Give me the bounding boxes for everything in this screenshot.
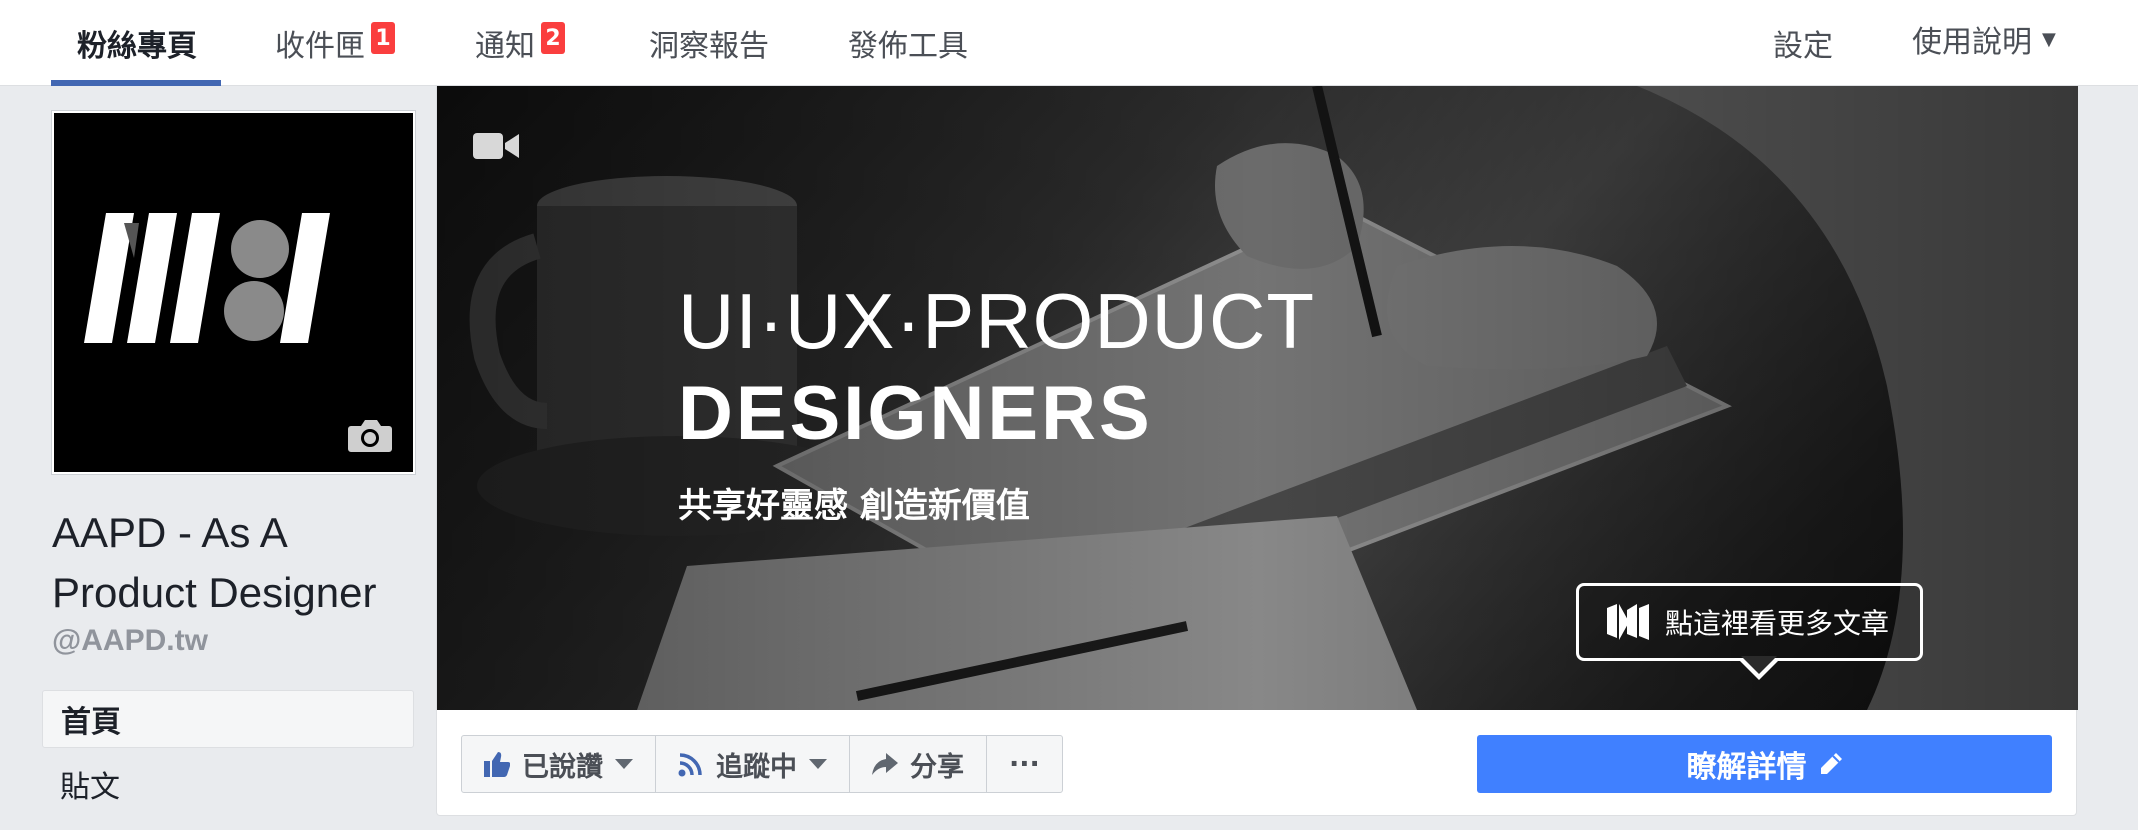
notifications-count-badge: 2 — [541, 22, 565, 54]
tab-page-label: 粉絲專頁 — [77, 29, 197, 64]
tab-help[interactable]: 使用說明 ▼ — [1912, 0, 2056, 82]
tab-help-label: 使用說明 — [1912, 25, 2032, 60]
tab-settings-label: 設定 — [1773, 29, 1833, 64]
profile-picture[interactable] — [51, 110, 416, 475]
tab-inbox-label: 收件匣 — [275, 29, 365, 64]
tab-settings[interactable]: 設定 — [1773, 0, 1833, 86]
cover-section: UI·UX·PRODUCT DESIGNERS 共享好靈感 創造新價值 點這裡看… — [436, 86, 2078, 816]
share-arrow-icon — [872, 753, 898, 775]
cover-photo[interactable]: UI·UX·PRODUCT DESIGNERS 共享好靈感 創造新價值 點這裡看… — [437, 86, 2078, 710]
medium-articles-callout[interactable]: 點這裡看更多文章 — [1576, 583, 1923, 680]
sidebar-item-posts[interactable]: 貼文 — [42, 755, 414, 813]
chevron-down-icon: ▼ — [2042, 28, 2056, 50]
cover-headline: UI·UX·PRODUCT — [678, 277, 1315, 365]
cover-headline-bold: DESIGNERS — [678, 371, 1153, 456]
learn-more-button[interactable]: 瞭解詳情 — [1477, 735, 2052, 793]
page-tab-bar: 粉絲專頁 收件匣 1 通知 2 洞察報告 發佈工具 設定 使用說明 ▼ — [0, 0, 2138, 86]
tab-notifications-label: 通知 — [475, 29, 535, 64]
chevron-down-icon — [615, 759, 633, 769]
callout-pointer-fill — [1741, 656, 1777, 674]
share-label: 分享 — [910, 751, 964, 783]
camera-icon[interactable] — [347, 418, 393, 454]
aapd-logo — [84, 213, 330, 343]
tab-inbox[interactable]: 收件匣 1 — [275, 0, 395, 86]
chevron-down-icon — [809, 759, 827, 769]
tab-publishing-tools-label: 發佈工具 — [848, 29, 968, 64]
tab-insights-label: 洞察報告 — [649, 29, 769, 64]
sidebar-item-label: 貼文 — [60, 770, 120, 805]
thumbs-up-icon — [484, 751, 510, 777]
cover-tagline: 共享好靈感 創造新價值 — [678, 486, 1030, 526]
tab-page[interactable]: 粉絲專頁 — [51, 0, 221, 86]
following-button[interactable]: 追蹤中 — [656, 736, 850, 792]
liked-label: 已說讚 — [522, 751, 603, 783]
medium-callout-label: 點這裡看更多文章 — [1665, 607, 1890, 640]
tab-notifications[interactable]: 通知 2 — [475, 0, 565, 86]
active-tab-indicator — [51, 80, 221, 86]
sidebar-item-home[interactable]: 首頁 — [42, 690, 414, 748]
pencil-icon — [1819, 752, 1843, 776]
more-options-button[interactable]: ··· — [987, 736, 1062, 792]
page-title-line2: Product Designer — [52, 569, 377, 616]
share-button[interactable]: 分享 — [850, 736, 987, 792]
video-camera-icon[interactable] — [473, 131, 519, 161]
learn-more-label: 瞭解詳情 — [1686, 750, 1807, 785]
tab-publishing-tools[interactable]: 發佈工具 — [848, 0, 968, 86]
page-username[interactable]: @AAPD.tw — [52, 624, 208, 658]
following-label: 追蹤中 — [716, 751, 797, 783]
page-action-buttons: 已說讚 追蹤中 分享 ··· — [461, 735, 1063, 793]
inbox-count-badge: 1 — [371, 22, 395, 54]
medium-logo-icon — [1607, 604, 1649, 640]
page-title-line1: AAPD - As A — [52, 509, 288, 556]
liked-button[interactable]: 已說讚 — [462, 736, 656, 792]
page-title[interactable]: AAPD - As A Product Designer — [52, 503, 412, 623]
tab-insights[interactable]: 洞察報告 — [649, 0, 769, 86]
sidebar-item-label: 首頁 — [61, 705, 121, 740]
rss-icon — [678, 751, 704, 777]
more-label: ··· — [1009, 748, 1040, 780]
